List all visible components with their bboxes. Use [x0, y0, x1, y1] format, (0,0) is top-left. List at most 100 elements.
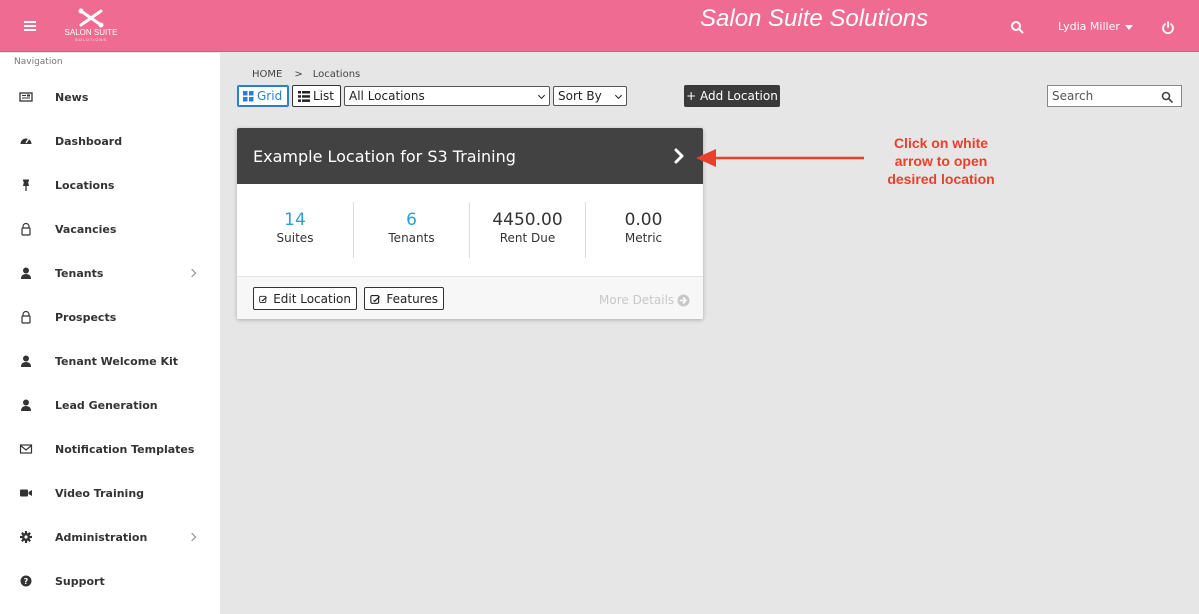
search-icon[interactable] [1161, 91, 1173, 103]
sidebar-item-label: Vacancies [55, 222, 117, 236]
stat-tenants-label: Tenants [388, 231, 435, 245]
grid-view-button[interactable]: Grid [237, 85, 289, 107]
search-input[interactable]: Search [1047, 85, 1182, 107]
sort-by-select[interactable]: Sort By [553, 86, 627, 106]
location-title: Example Location for S3 Training [253, 147, 516, 166]
grid-view-label: Grid [257, 89, 283, 103]
brand-title: Salon Suite Solutions [700, 5, 929, 32]
user-icon [21, 355, 31, 367]
envelope-icon [19, 444, 33, 454]
lock-icon [21, 310, 31, 324]
sidebar-item-label: Tenant Welcome Kit [55, 354, 179, 368]
annotation-text: Click on white arrow to open desired loc… [866, 134, 1016, 188]
hamburger-menu-icon[interactable] [24, 21, 36, 31]
nav-label: Navigation [14, 57, 63, 67]
logo-text: SALON SUITE [64, 28, 118, 37]
sidebar-item-lead-generation[interactable]: Lead Generation [0, 391, 220, 419]
annotation-line: arrow to open [894, 153, 988, 169]
location-card: Example Location for S3 Training 14 Suit… [237, 128, 703, 319]
svg-text:?: ? [24, 577, 29, 586]
grid-icon [243, 90, 254, 101]
add-location-button[interactable]: + Add Location [684, 85, 780, 107]
chevron-right-icon[interactable] [187, 268, 197, 278]
search-icon[interactable] [1010, 20, 1024, 34]
sidebar-item-video-training[interactable]: Video Training [0, 479, 220, 507]
sidebar-item-notification-templates[interactable]: Notification Templates [0, 435, 220, 463]
features-button[interactable]: Features [364, 287, 444, 310]
stat-suites: 14 Suites [237, 202, 353, 258]
list-view-button[interactable]: List [292, 85, 341, 107]
sidebar-item-label: Lead Generation [55, 398, 158, 412]
edit-icon [259, 295, 267, 303]
stat-metric: 0.00 Metric [585, 202, 701, 258]
user-name: Lydia Miller [1058, 20, 1120, 33]
edit-icon [370, 294, 380, 304]
stat-metric-label: Metric [624, 231, 663, 245]
search-placeholder: Search [1052, 89, 1094, 103]
edit-location-button[interactable]: Edit Location [253, 287, 357, 310]
list-view-label: List [313, 89, 334, 103]
sidebar-item-tenants[interactable]: Tenants [0, 259, 220, 287]
more-details-label: More Details [599, 293, 675, 307]
more-details-link[interactable]: More Details [599, 293, 690, 307]
location-filter-value: All Locations [349, 89, 425, 103]
video-camera-icon [20, 489, 32, 497]
features-label: Features [386, 291, 438, 306]
question-circle-icon: ? [20, 575, 32, 587]
chevron-down-icon [614, 91, 623, 100]
user-menu[interactable]: Lydia Miller [1058, 20, 1133, 33]
stat-rent-due-value: 4450.00 [492, 210, 563, 230]
list-icon [298, 90, 310, 102]
sort-by-value: Sort By [558, 89, 602, 103]
sidebar-item-label: Dashboard [55, 134, 123, 148]
open-location-arrow-icon[interactable] [673, 148, 685, 164]
sidebar-item-support[interactable]: ? Support [0, 567, 220, 595]
sidebar-item-locations[interactable]: Locations [0, 171, 220, 199]
sidebar-item-news[interactable]: News [0, 83, 220, 111]
sidebar-item-label: Tenants [55, 266, 104, 280]
stat-tenants: 6 Tenants [353, 202, 469, 258]
breadcrumb-current: Locations [312, 69, 361, 80]
sidebar-item-label: News [55, 90, 89, 104]
location-filter-select[interactable]: All Locations [344, 86, 550, 106]
location-card-header: Example Location for S3 Training [237, 128, 703, 184]
annotation-arrow [696, 149, 864, 167]
sidebar-item-label: Administration [55, 530, 148, 544]
chevron-down-icon [537, 91, 546, 100]
breadcrumb-separator: > [294, 69, 303, 80]
stat-suites-value[interactable]: 14 [237, 210, 353, 230]
logo-subtext: SOLUTIONS [74, 37, 108, 42]
sidebar-item-dashboard[interactable]: Dashboard [0, 127, 220, 155]
sidebar-item-tenant-welcome-kit[interactable]: Tenant Welcome Kit [0, 347, 220, 375]
sidebar-item-label: Video Training [55, 486, 145, 500]
location-stats: 14 Suites 6 Tenants 4450.00 Rent Due 0.0… [237, 202, 703, 258]
sidebar-item-prospects[interactable]: Prospects [0, 303, 220, 331]
arrow-circle-right-icon [677, 294, 690, 306]
pin-icon [23, 179, 29, 191]
location-card-footer: Edit Location Features More Details [237, 276, 703, 319]
stat-tenants-value[interactable]: 6 [354, 210, 469, 230]
top-bar: SALON SUITE SOLUTIONS Salon Suite Soluti… [0, 0, 1199, 52]
stat-metric-value: 0.00 [624, 210, 663, 230]
dashboard-gauge-icon [20, 138, 32, 144]
sidebar-item-label: Support [55, 574, 105, 588]
stat-suites-label: Suites [276, 231, 314, 245]
sidebar-item-label: Prospects [55, 310, 117, 324]
chevron-right-icon[interactable] [187, 532, 197, 542]
annotation-line: Click on white [893, 135, 989, 151]
sidebar-item-administration[interactable]: Administration [0, 523, 220, 551]
logo[interactable]: SALON SUITE SOLUTIONS [58, 8, 124, 48]
breadcrumb-home[interactable]: HOME [252, 69, 282, 80]
sidebar: Navigation News Dashboard Locations Vaca… [0, 53, 220, 614]
stat-rent-due-label: Rent Due [499, 231, 556, 245]
breadcrumb: HOME > Locations [252, 69, 360, 80]
user-icon [21, 399, 31, 411]
sidebar-item-vacancies[interactable]: Vacancies [0, 215, 220, 243]
annotation-line: desired location [887, 171, 995, 187]
lock-icon [21, 222, 31, 236]
sidebar-item-label: Notification Templates [55, 442, 195, 456]
stat-rent-due: 4450.00 Rent Due [469, 202, 585, 258]
edit-location-label: Edit Location [273, 291, 351, 306]
power-icon[interactable] [1161, 20, 1175, 34]
gear-icon [20, 531, 32, 543]
